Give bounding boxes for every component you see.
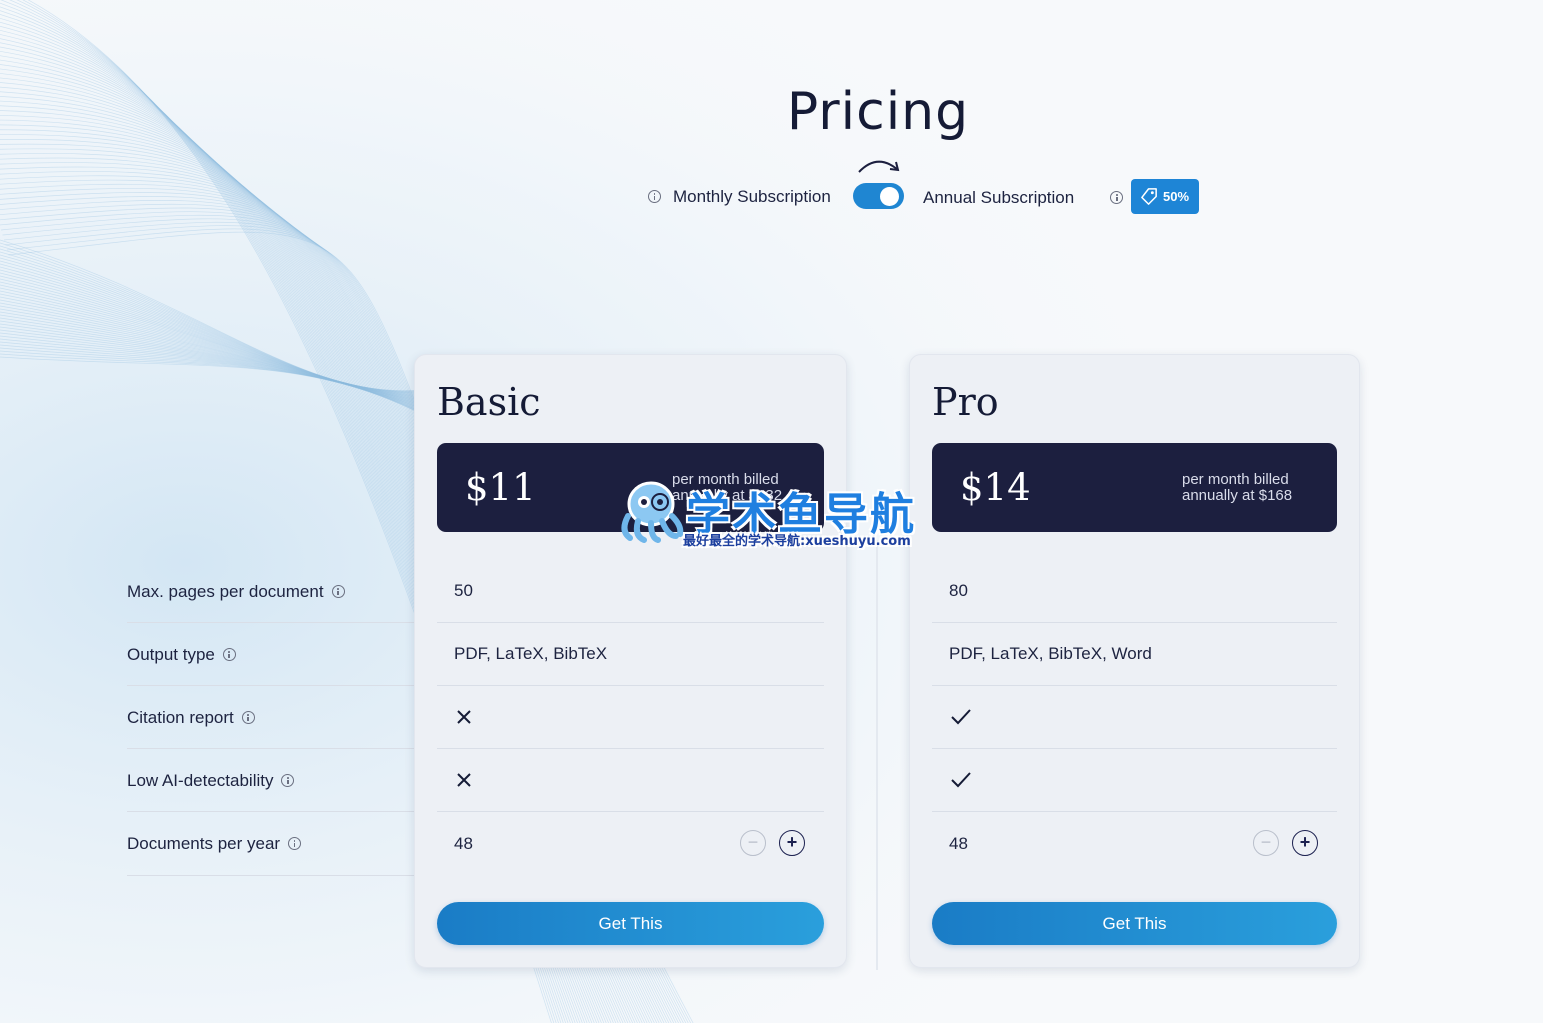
- feature-label-documents-per-year: Documents per year: [127, 834, 302, 854]
- decrement-button[interactable]: −: [1253, 830, 1279, 856]
- increment-button[interactable]: +: [1292, 830, 1318, 856]
- check-icon: [951, 772, 971, 788]
- annual-subscription-label[interactable]: Annual Subscription: [923, 188, 1074, 208]
- plan-name-pro: Pro: [932, 380, 999, 424]
- plan-name-basic: Basic: [437, 380, 541, 424]
- info-icon[interactable]: [288, 837, 302, 850]
- row-divider: [932, 748, 1337, 749]
- feature-label-output-type: Output type: [127, 645, 236, 665]
- octopus-mascot-icon: [621, 481, 684, 543]
- basic-documents-per-year: 48: [454, 834, 473, 853]
- info-icon[interactable]: [281, 774, 295, 787]
- check-icon: [951, 709, 971, 725]
- decrement-button[interactable]: −: [740, 830, 766, 856]
- monthly-info-icon[interactable]: [648, 190, 661, 203]
- pro-output-type: PDF, LaTeX, BibTeX, Word: [949, 644, 1152, 663]
- feature-divider: [127, 875, 415, 876]
- price-pro: $14: [960, 466, 1031, 509]
- page-title: Pricing: [786, 82, 970, 142]
- row-divider: [932, 685, 1337, 686]
- feature-divider: [127, 622, 415, 623]
- info-icon[interactable]: [222, 648, 236, 661]
- tag-icon: [1141, 188, 1157, 205]
- increment-button[interactable]: +: [779, 830, 805, 856]
- watermark-subtitle: 最好最全的学术导航:xueshuyu.com: [683, 534, 911, 549]
- info-icon[interactable]: [331, 585, 345, 598]
- feature-divider: [127, 748, 415, 749]
- feature-divider: [127, 811, 415, 812]
- feature-label-max-pages: Max. pages per document: [127, 582, 345, 602]
- info-icon[interactable]: [241, 711, 255, 724]
- pro-max-pages: 80: [949, 581, 968, 600]
- column-separator: [876, 540, 878, 970]
- row-divider: [932, 622, 1337, 623]
- basic-max-pages: 50: [454, 581, 473, 600]
- price-note-pro: per month billed annually at $168: [1182, 471, 1293, 504]
- row-divider: [932, 811, 1337, 812]
- feature-label-citation-report: Citation report: [127, 708, 255, 728]
- pro-documents-per-year: 48: [949, 834, 968, 853]
- get-this-button-pro[interactable]: Get This: [932, 902, 1337, 945]
- row-divider: [437, 811, 824, 812]
- discount-badge-text: 50%: [1163, 189, 1190, 204]
- row-divider: [437, 622, 824, 623]
- toggle-knob: [880, 187, 899, 206]
- feature-label-low-ai: Low AI-detectability: [127, 771, 295, 791]
- row-divider: [437, 748, 824, 749]
- monthly-subscription-label[interactable]: Monthly Subscription: [673, 187, 831, 207]
- discount-badge: 50%: [1131, 179, 1199, 214]
- curved-arrow-icon: [858, 160, 900, 173]
- cross-icon: [457, 710, 471, 724]
- feature-divider: [127, 685, 415, 686]
- cross-icon: [457, 773, 471, 787]
- price-basic: $11: [465, 466, 536, 509]
- basic-output-type: PDF, LaTeX, BibTeX: [454, 644, 608, 663]
- get-this-button-basic[interactable]: Get This: [437, 902, 824, 945]
- row-divider: [437, 685, 824, 686]
